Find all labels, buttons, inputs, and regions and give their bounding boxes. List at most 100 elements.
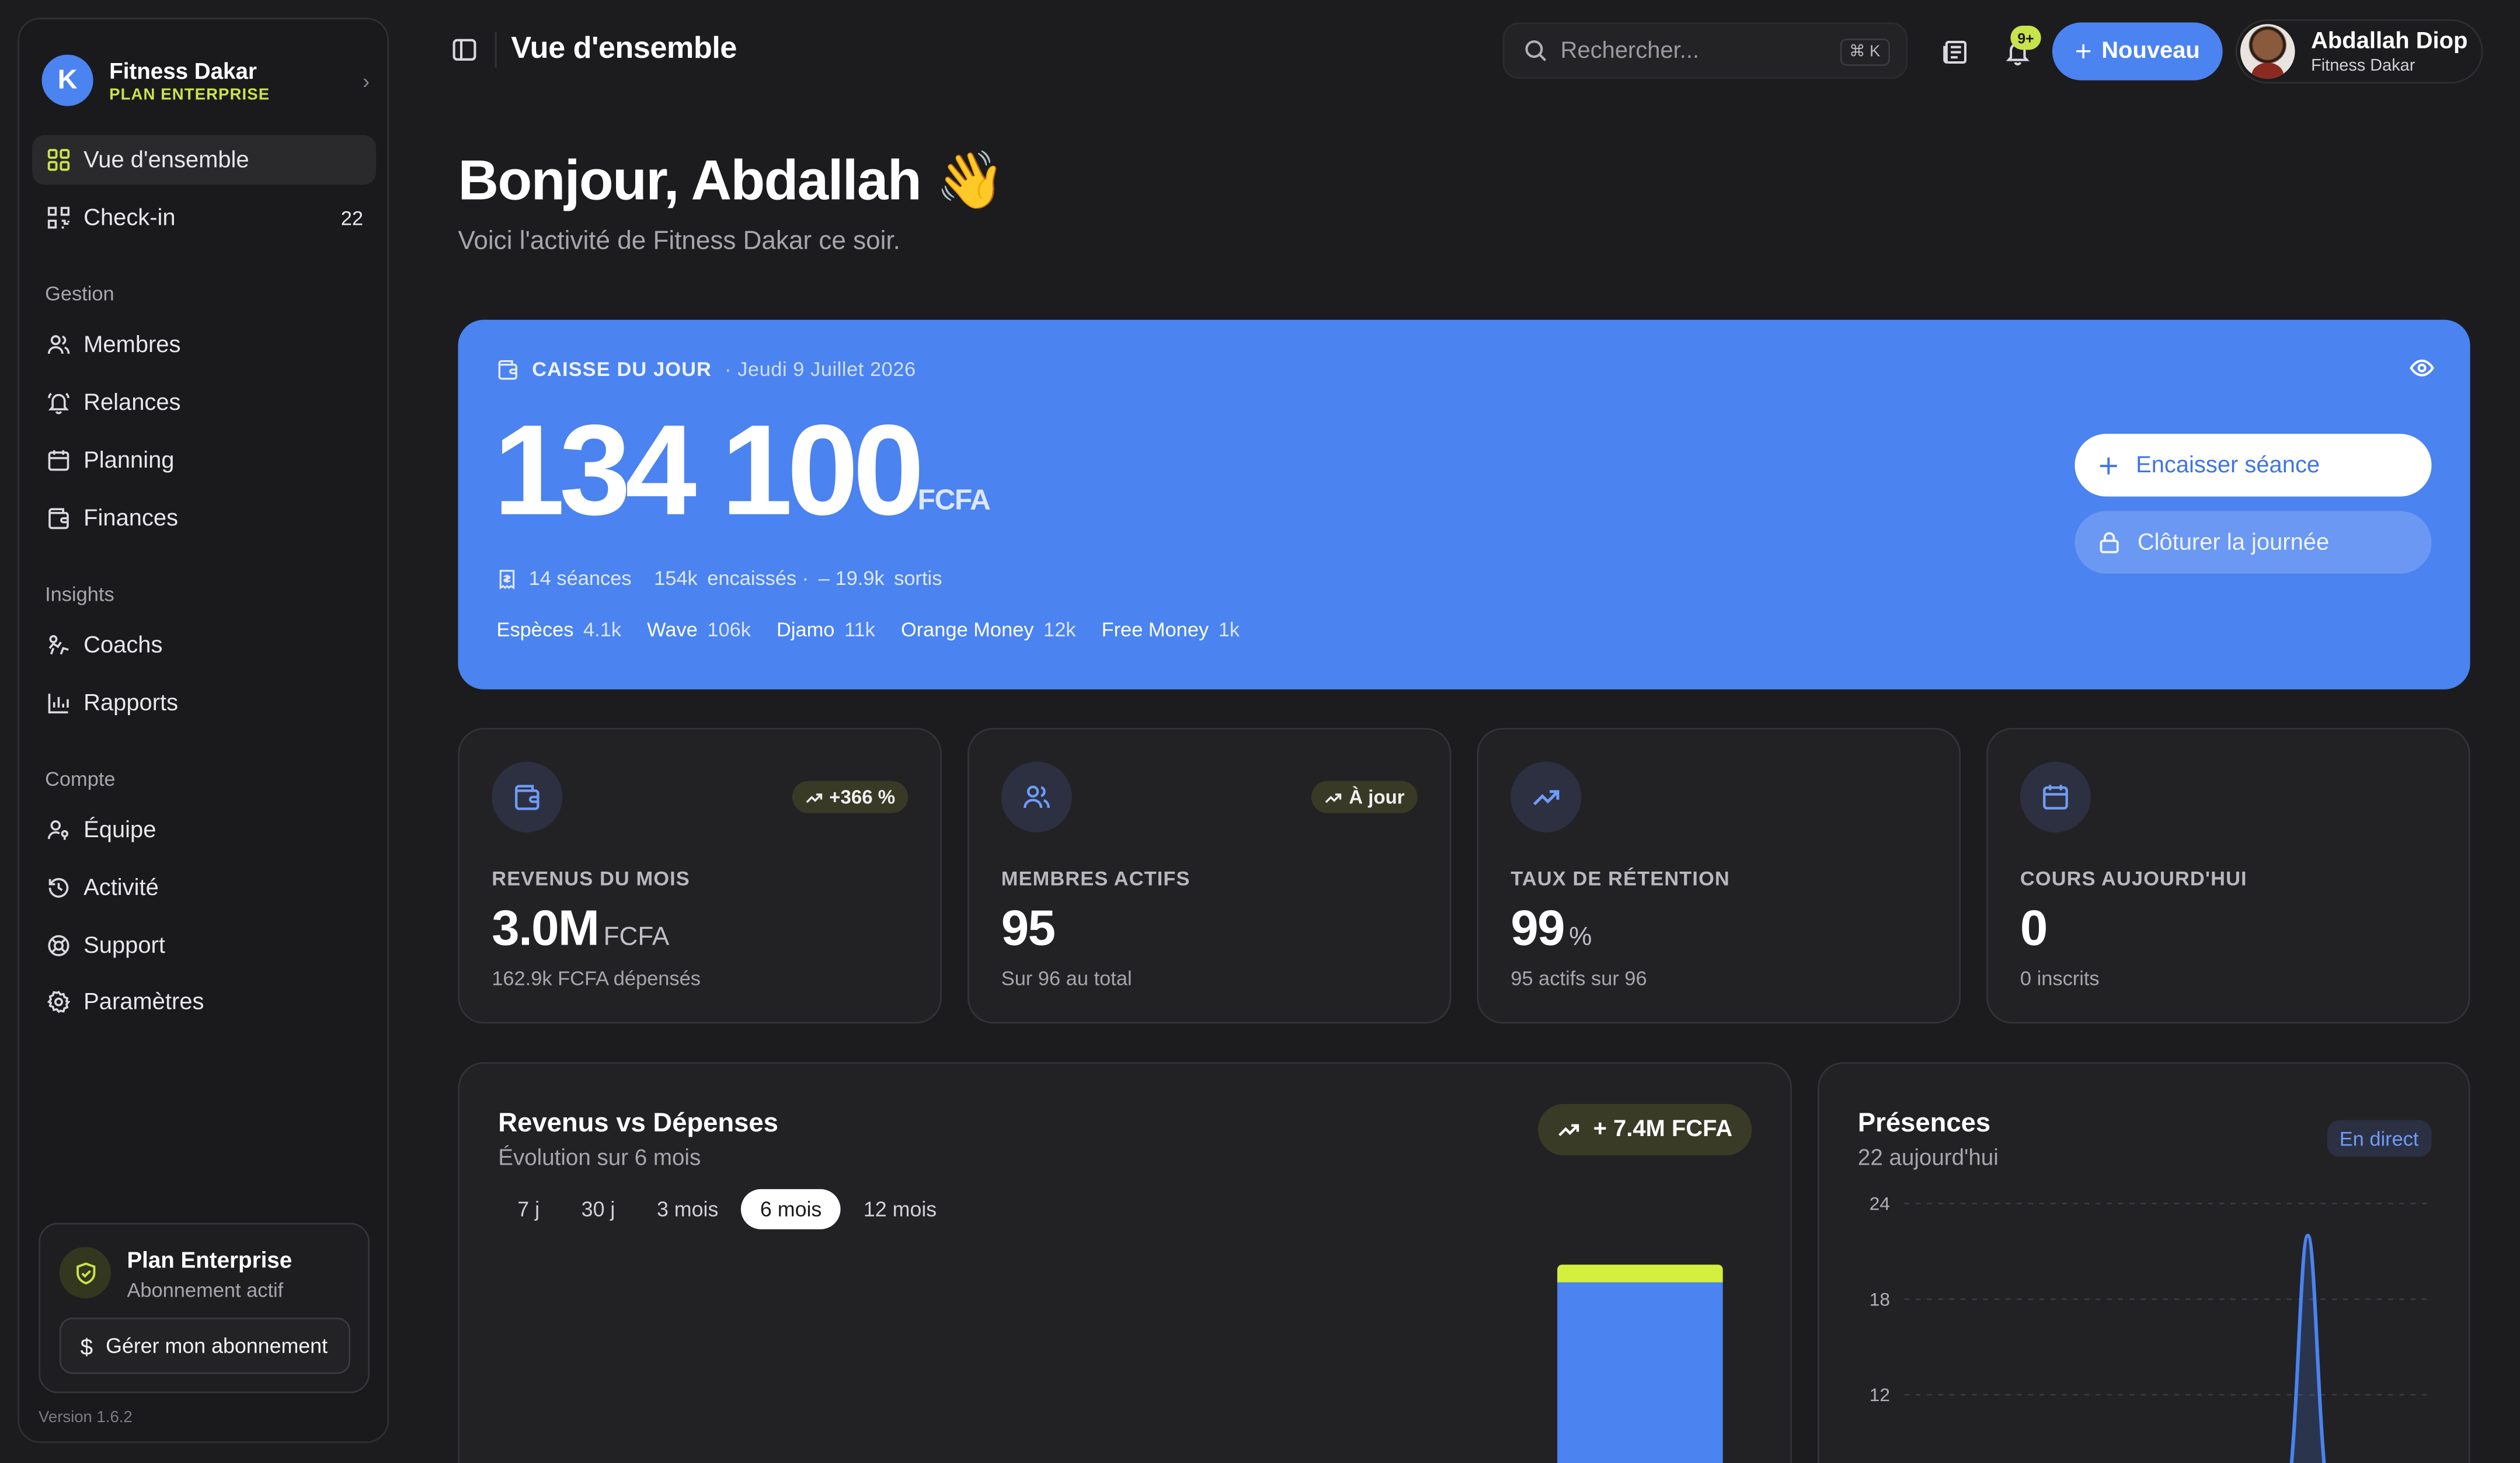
shield-check-icon (59, 1246, 111, 1299)
bar-revenue (1557, 1282, 1723, 1463)
stat-card-retention: TAUX DE RÉTENTION 99% 95 actifs sur 96 (1477, 727, 1961, 1024)
stat-value: 99% (1510, 900, 1592, 956)
grid-icon (45, 147, 71, 173)
stat-label: MEMBRES ACTIFS (1001, 868, 1191, 890)
wallet-icon (492, 761, 563, 832)
greeting-title: Bonjour, Abdallah 👋 (458, 149, 1005, 213)
news-button[interactable] (1937, 34, 1972, 69)
user-org: Fitness Dakar (2311, 55, 2415, 75)
sidebar-item-membres[interactable]: Membres (32, 320, 376, 370)
cash-of-the-day-card: CAISSE DU JOUR · Jeudi 9 Juillet 2026 13… (458, 319, 2470, 689)
sidebar-item-label: Finances (83, 505, 179, 531)
receipt-icon (499, 569, 515, 589)
sidebar-item-parametres[interactable]: Paramètres (32, 977, 376, 1027)
sidebar: K Fitness Dakar PLAN ENTERPRISE › Vue d'… (18, 18, 389, 1443)
section-label-insights: Insights (45, 583, 114, 606)
org-plan: PLAN ENTERPRISE (109, 86, 270, 104)
sidebar-item-label: Paramètres (83, 989, 204, 1015)
user-menu[interactable]: Abdallah Diop Fitness Dakar (2235, 19, 2483, 84)
stat-value: 0 (2020, 900, 2048, 956)
chevron-right-icon: › (363, 68, 370, 93)
org-name: Fitness Dakar (109, 57, 257, 83)
calendar-icon (2020, 761, 2091, 832)
plan-title: Plan Enterprise (127, 1246, 293, 1273)
sidebar-toggle-button[interactable] (450, 36, 479, 65)
collect-session-button[interactable]: Encaisser séance (2075, 434, 2432, 497)
plus-icon: + (2075, 34, 2092, 67)
user-name: Abdallah Diop (2311, 28, 2468, 54)
payment-method: Orange Money 12k (900, 618, 1076, 642)
plan-card: Plan Enterprise Abonnement actif $ Gérer… (39, 1222, 370, 1394)
sidebar-item-coachs[interactable]: Coachs (32, 620, 376, 670)
search-input[interactable] (1560, 37, 1818, 64)
calendar-icon (45, 448, 71, 473)
user-key-icon (45, 817, 71, 843)
revenue-expenses-card: Revenus vs Dépenses Évolution sur 6 mois… (458, 1062, 1792, 1463)
sidebar-item-label: Coachs (83, 632, 163, 659)
checkin-count: 22 (340, 206, 364, 229)
trending-up-icon (1510, 761, 1582, 832)
avatar (2240, 24, 2295, 79)
section-label-gestion: Gestion (45, 283, 114, 305)
header-separator (495, 32, 497, 68)
sidebar-item-check-in[interactable]: Check-in 22 (32, 193, 376, 242)
sidebar-item-relances[interactable]: Relances (32, 378, 376, 427)
stat-label: REVENUS DU MOIS (492, 868, 690, 890)
sidebar-item-support[interactable]: Support (32, 921, 376, 970)
y-tick-label: 18 (1870, 1288, 1890, 1309)
new-button[interactable]: + Nouveau (2052, 22, 2223, 81)
org-logo: K (41, 54, 93, 106)
sidebar-item-rapports[interactable]: Rapports (32, 678, 376, 728)
tab-12-months[interactable]: 12 mois (844, 1189, 956, 1229)
stat-value: 3.0M FCFA (492, 900, 670, 956)
payment-method: Djamo 11k (777, 618, 875, 642)
sidebar-item-planning[interactable]: Planning (32, 436, 376, 485)
cash-out-label: sortis (894, 567, 942, 590)
bar-current-month[interactable] (1557, 1265, 1723, 1463)
payment-method: Wave 106k (647, 618, 751, 642)
cash-collected-label: encaissés · (707, 567, 809, 590)
stat-subtext: Sur 96 au total (1001, 967, 1132, 990)
plus-icon (2097, 454, 2120, 477)
cash-sessions: 14 séances (528, 567, 632, 590)
sidebar-item-activite[interactable]: Activité (32, 863, 376, 912)
tab-3-months[interactable]: 3 mois (638, 1189, 737, 1229)
tab-6-months[interactable]: 6 mois (740, 1189, 841, 1229)
notification-badge: 9+ (2010, 26, 2041, 50)
stat-subtext: 95 actifs sur 96 (1510, 967, 1647, 990)
revenue-subtitle: Évolution sur 6 mois (498, 1144, 701, 1170)
net-total-badge: + 7.4M FCFA (1539, 1103, 1752, 1156)
sidebar-item-label: Activité (83, 875, 159, 901)
stat-card-active-members: À jour MEMBRES ACTIFS 95 Sur 96 au total (967, 727, 1452, 1024)
plan-subtitle: Abonnement actif (127, 1279, 284, 1302)
search-box[interactable]: ⌘ K (1502, 22, 1908, 79)
toggle-visibility-button[interactable] (2409, 355, 2435, 389)
cash-collected-value: 154k (654, 567, 698, 590)
tab-7-days[interactable]: 7 j (498, 1189, 559, 1229)
sidebar-item-label: Support (83, 932, 165, 959)
tab-30-days[interactable]: 30 j (562, 1189, 635, 1229)
period-tabs: 7 j 30 j 3 mois 6 mois 12 mois (498, 1189, 959, 1229)
search-icon (1525, 40, 1547, 61)
sidebar-item-finances[interactable]: Finances (32, 493, 376, 543)
sidebar-item-equipe[interactable]: Équipe (32, 805, 376, 855)
close-day-button[interactable]: Clôturer la journée (2075, 511, 2432, 574)
sidebar-item-label: Relances (83, 389, 181, 416)
sidebar-item-label: Planning (83, 447, 175, 473)
manage-subscription-button[interactable]: $ Gérer mon abonnement (59, 1318, 351, 1374)
trending-up-icon (1558, 1119, 1581, 1141)
stat-value: 95 (1001, 900, 1056, 956)
cash-out-value: – 19.9k (818, 567, 885, 590)
cash-currency: FCFA (917, 483, 991, 516)
panel-left-icon (453, 39, 476, 61)
page-title: Vue d'ensemble (511, 32, 737, 66)
org-switcher[interactable]: K Fitness Dakar PLAN ENTERPRISE › (41, 42, 370, 119)
cash-amount: 134 100 (493, 398, 924, 542)
revenue-title: Revenus vs Dépenses (498, 1109, 778, 1138)
y-tick-label: 24 (1870, 1193, 1890, 1214)
bell-ring-icon (45, 389, 71, 415)
users-icon (1001, 761, 1072, 832)
cash-date: · Jeudi 9 Juillet 2026 (725, 358, 916, 381)
sidebar-item-label: Rapports (83, 690, 179, 716)
sidebar-item-vue-d-ensemble[interactable]: Vue d'ensemble (32, 135, 377, 185)
